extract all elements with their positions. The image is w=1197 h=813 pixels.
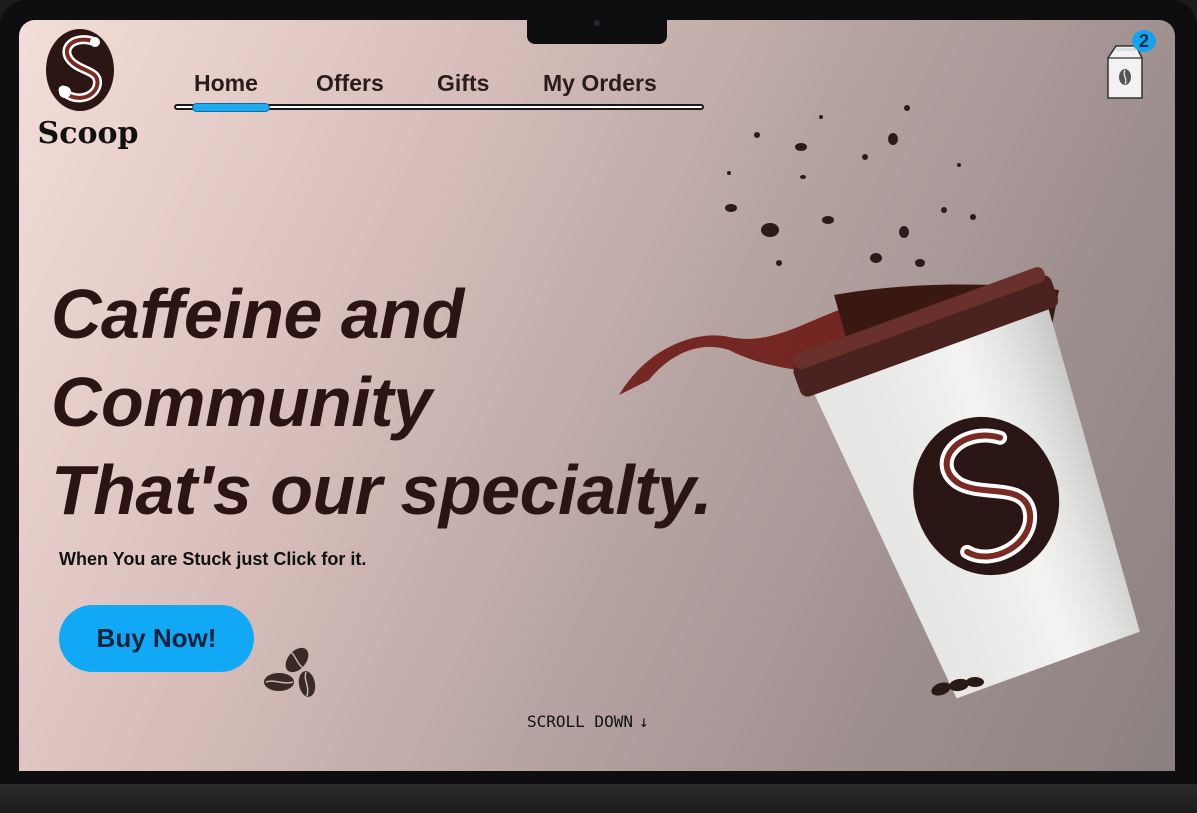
nav-item-offers[interactable]: Offers (316, 70, 384, 97)
coffee-beans-icon (264, 647, 316, 697)
brand-name: Scoop (37, 116, 139, 151)
nav-item-home[interactable]: Home (194, 70, 258, 97)
scroll-down-label: SCROLL DOWN (527, 712, 633, 731)
laptop-frame: Scoop Home Offers Gifts My Orders 2 Caff… (0, 0, 1197, 813)
buy-now-button[interactable]: Buy Now! (59, 605, 254, 672)
screen: Scoop Home Offers Gifts My Orders 2 Caff… (19, 20, 1175, 771)
hero-headline: Caffeine and Community That's our specia… (51, 270, 811, 534)
scroll-down-link[interactable]: SCROLL DOWN ↓ (527, 712, 649, 731)
headline-line-2: Community (51, 363, 432, 441)
headline-line-1: Caffeine and (51, 275, 464, 353)
laptop-base (0, 784, 1197, 813)
camera-notch (527, 20, 667, 44)
arrow-down-icon: ↓ (638, 712, 649, 731)
nav-active-indicator (192, 103, 270, 112)
camera-icon (594, 20, 600, 26)
nav-item-gifts[interactable]: Gifts (437, 70, 489, 97)
swirl-s-logo-icon (46, 29, 114, 111)
hero-subtext: When You are Stuck just Click for it. (59, 549, 367, 569)
brand-logo[interactable]: Scoop (33, 28, 143, 156)
headline-line-3: That's our specialty. (51, 451, 712, 529)
cart-count-badge: 2 (1132, 30, 1156, 52)
